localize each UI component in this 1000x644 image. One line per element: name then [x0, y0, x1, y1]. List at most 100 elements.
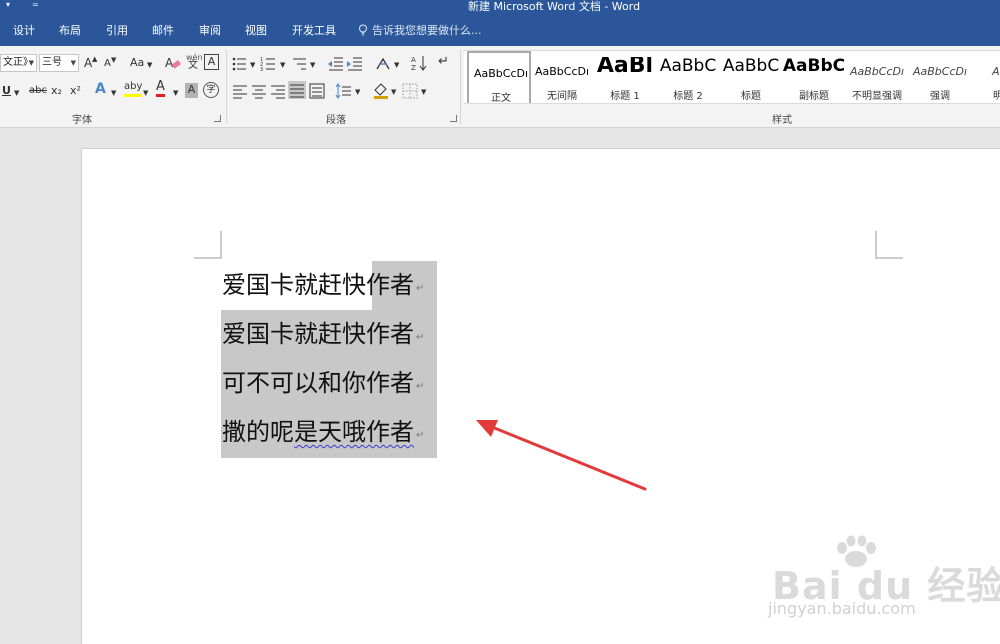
highlight-button[interactable]: aby: [124, 80, 143, 97]
show-marks-icon[interactable]: ↵: [438, 55, 449, 69]
align-left-icon[interactable]: [231, 82, 249, 100]
bullets-icon[interactable]: [231, 55, 249, 73]
style-name: 标题 1: [610, 91, 640, 102]
font-size-combo[interactable]: 三号 ▼: [39, 54, 79, 72]
text-effects-button[interactable]: A: [95, 82, 106, 96]
font-name-combo[interactable]: 文正》 ▼: [0, 54, 37, 72]
group-divider: [460, 50, 461, 124]
chevron-down-icon[interactable]: ▼: [355, 85, 360, 99]
distributed-icon[interactable]: [308, 82, 326, 100]
align-right-icon[interactable]: [269, 82, 287, 100]
styles-gallery: AaBbCcDı 正文 AaBbCcDı 无间隔 AaBl 标题 1 AaBbC 标题 2 Aa…: [464, 50, 1000, 104]
multilevel-list-icon[interactable]: [291, 55, 309, 73]
style-item[interactable]: AaBbCcDı 正文: [467, 51, 531, 103]
tab-mailings[interactable]: 邮件: [152, 24, 174, 38]
underline-button[interactable]: U: [2, 84, 11, 98]
chevron-down-icon[interactable]: ▼: [250, 58, 255, 72]
clear-formatting-icon[interactable]: A: [164, 54, 182, 72]
grow-font-button[interactable]: A: [84, 56, 92, 70]
paragraph-mark-icon: ↵: [416, 430, 425, 441]
style-preview: AaBbCcDı: [534, 65, 590, 78]
change-case-button[interactable]: Aa: [130, 56, 144, 70]
style-name: 强调: [930, 91, 950, 102]
align-center-icon[interactable]: [250, 82, 268, 100]
chevron-down-icon[interactable]: ▼: [394, 58, 399, 72]
shading-icon[interactable]: [372, 81, 390, 99]
style-preview: AaBbC: [782, 57, 846, 75]
style-name: 不明显强调: [852, 91, 902, 102]
style-item[interactable]: AaBbCcDı 无间隔: [530, 51, 594, 103]
font-color-button[interactable]: A: [156, 80, 165, 97]
document-line[interactable]: 可不可以和你作者 ↵: [222, 368, 424, 402]
style-item[interactable]: AaBbC 标题: [719, 51, 783, 103]
style-item[interactable]: AaBbCcDı 强调: [908, 51, 972, 103]
subscript-button[interactable]: x₂: [51, 84, 62, 98]
font-size-value: 三号: [42, 57, 62, 68]
line-text: 爱国卡就赶快作者: [222, 320, 414, 348]
svg-text:3: 3: [260, 67, 263, 73]
tab-review[interactable]: 审阅: [199, 24, 221, 38]
chevron-down-icon[interactable]: ▼: [421, 85, 426, 99]
chevron-down-icon[interactable]: ▼: [173, 86, 178, 100]
chevron-down-icon[interactable]: ▼: [280, 58, 285, 72]
paragraph-mark-icon: ↵: [416, 381, 425, 392]
svg-text:Z: Z: [411, 64, 416, 72]
style-item[interactable]: AaBl 标题 1: [593, 51, 657, 103]
strikethrough-button[interactable]: abc: [29, 84, 47, 98]
char-border-button[interactable]: A: [204, 54, 219, 70]
style-preview: AaBbCcDı: [849, 65, 905, 78]
qat-more-icon[interactable]: =: [32, 0, 39, 10]
style-name: 标题: [741, 91, 761, 102]
enclose-char-button[interactable]: 字: [203, 82, 219, 98]
chevron-down-icon[interactable]: ▼: [111, 86, 116, 100]
lightbulb-icon: [359, 24, 367, 36]
chevron-down-icon[interactable]: ▼: [391, 85, 396, 99]
increase-indent-icon[interactable]: [346, 55, 364, 73]
style-item[interactable]: AaBbC 标题 2: [656, 51, 720, 103]
style-item[interactable]: AaBbC 副标题: [782, 51, 846, 103]
chevron-down-icon[interactable]: ▼: [147, 58, 152, 72]
tab-references[interactable]: 引用: [106, 24, 128, 38]
qat-customize-icon[interactable]: ▾: [6, 0, 10, 10]
tab-view[interactable]: 视图: [245, 24, 267, 38]
style-preview: AaBbC: [659, 57, 717, 75]
document-line[interactable]: 撒的呢是天哦作者 ↵: [222, 417, 424, 451]
numbering-icon[interactable]: 1 2 3: [260, 55, 278, 73]
baidu-watermark: Bai du 经验 jingyan.baidu.com: [760, 535, 1000, 625]
decrease-indent-icon[interactable]: [327, 55, 345, 73]
window-title: 新建 Microsoft Word 文档 - Word: [468, 0, 641, 13]
chevron-down-icon: ▼: [70, 59, 76, 67]
font-group-label: 字体: [72, 115, 92, 126]
style-preview: AaBbCcDı: [912, 65, 968, 78]
borders-icon[interactable]: [401, 82, 419, 100]
char-shading-button[interactable]: A: [185, 83, 198, 98]
style-item[interactable]: AaB 明显: [971, 51, 1000, 103]
chinese-layout-icon[interactable]: [375, 55, 393, 73]
svg-text:A: A: [411, 56, 416, 64]
style-preview: AaB: [992, 65, 1000, 78]
tab-developer[interactable]: 开发工具: [292, 24, 336, 38]
paragraph-dialog-launcher[interactable]: [450, 115, 457, 122]
justify-icon[interactable]: [288, 81, 306, 99]
line-spacing-icon[interactable]: [335, 82, 353, 100]
chevron-down-icon[interactable]: ▼: [14, 86, 19, 100]
tell-me-box[interactable]: 告诉我您想要做什么...: [358, 24, 482, 38]
document-line[interactable]: 爱国卡就赶快作者 ↵: [222, 270, 424, 304]
style-name: 明显: [971, 87, 1000, 102]
style-name: 标题 2: [673, 91, 703, 102]
shrink-font-button[interactable]: A: [104, 57, 111, 71]
document-line[interactable]: 爱国卡就赶快作者 ↵: [222, 319, 424, 353]
title-bar: ▾ = 新建 Microsoft Word 文档 - Word: [0, 0, 1000, 14]
tab-layout[interactable]: 布局: [59, 24, 81, 38]
styles-group-label: 样式: [772, 115, 792, 126]
shrink-font-arrow-icon: ▼: [111, 56, 117, 64]
sort-icon[interactable]: AZ: [410, 54, 428, 72]
style-item[interactable]: AaBbCcDı 不明显强调: [845, 51, 909, 103]
superscript-button[interactable]: x²: [70, 84, 81, 98]
font-dialog-launcher[interactable]: [214, 115, 221, 122]
svg-text:A: A: [165, 56, 174, 70]
chevron-down-icon[interactable]: ▼: [143, 86, 148, 100]
chevron-down-icon[interactable]: ▼: [310, 58, 315, 72]
style-preview: AaBbC: [722, 57, 780, 75]
tab-design[interactable]: 设计: [13, 24, 35, 38]
